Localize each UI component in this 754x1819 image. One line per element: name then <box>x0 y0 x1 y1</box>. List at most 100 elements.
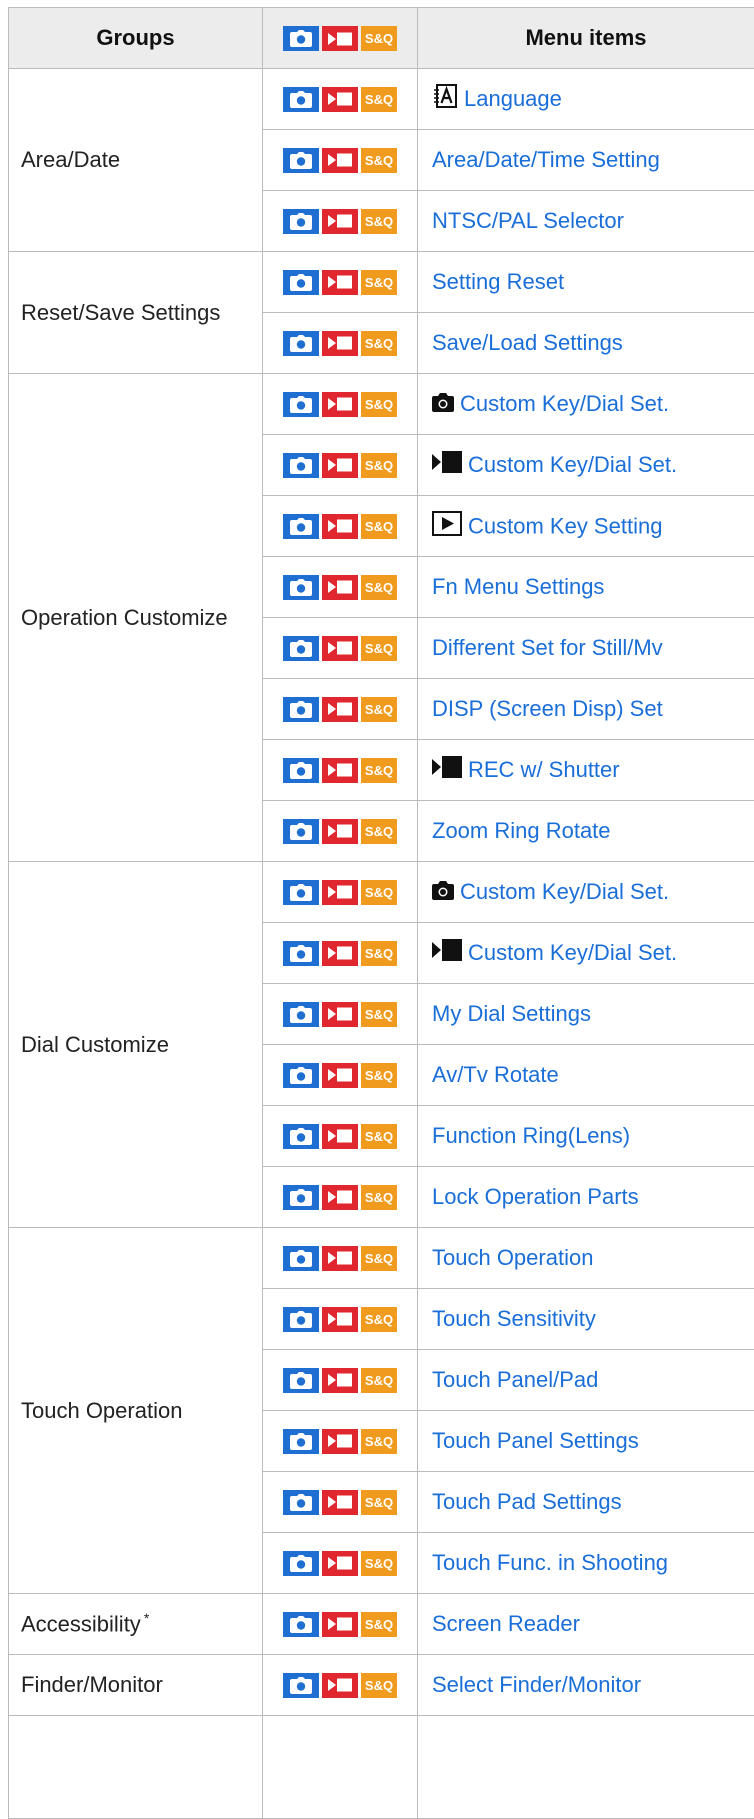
sq-mode-icon: S&Q <box>361 1368 397 1393</box>
menu-item-cell: Custom Key/Dial Set. <box>418 374 754 435</box>
menu-item-link[interactable]: Touch Sensitivity <box>432 1307 596 1332</box>
mode-badges: S&Q <box>283 1551 397 1576</box>
photo-mode-icon <box>283 453 319 478</box>
camera-icon <box>432 880 454 906</box>
movie-mode-icon <box>322 575 358 600</box>
photo-mode-icon <box>283 880 319 905</box>
camera-icon <box>432 392 454 418</box>
mode-badges: S&Q <box>283 1368 397 1393</box>
menu-item-link[interactable]: Area/Date/Time Setting <box>432 148 660 173</box>
movie-mode-icon <box>322 209 358 234</box>
menu-item-link[interactable]: NTSC/PAL Selector <box>432 209 624 234</box>
group-label: Area/Date <box>21 147 120 172</box>
menu-item-cell: Custom Key/Dial Set. <box>418 862 754 923</box>
sq-mode-icon: S&Q <box>361 1551 397 1576</box>
menu-item-link[interactable]: Save/Load Settings <box>432 331 623 356</box>
table-row: Finder/Monitor S&Q Select Finder/Monitor <box>9 1655 754 1716</box>
mode-cell: S&Q <box>263 435 418 496</box>
menu-item-link[interactable]: Select Finder/Monitor <box>432 1673 641 1698</box>
menu-item-link[interactable]: REC w/ Shutter <box>468 757 620 782</box>
menu-item-link[interactable]: Av/Tv Rotate <box>432 1063 559 1088</box>
sq-mode-icon: S&Q <box>361 1673 397 1698</box>
menu-item-link[interactable]: Custom Key/Dial Set. <box>468 452 677 477</box>
menu-item-link[interactable]: My Dial Settings <box>432 1002 591 1027</box>
menu-item-link[interactable]: Zoom Ring Rotate <box>432 819 611 844</box>
menu-item-link[interactable]: Custom Key/Dial Set. <box>460 880 669 905</box>
menu-item-cell: Select Finder/Monitor <box>418 1655 754 1716</box>
menu-item-link[interactable]: DISP (Screen Disp) Set <box>432 697 663 722</box>
language-icon <box>432 83 458 115</box>
movie-mode-icon <box>322 941 358 966</box>
group-cell: Finder/Monitor <box>9 1655 263 1716</box>
mode-cell: S&Q <box>263 1594 418 1655</box>
mode-badges: S&Q <box>283 880 397 905</box>
menu-item-link[interactable]: Lock Operation Parts <box>432 1185 639 1210</box>
empty-cell <box>418 1716 754 1819</box>
menu-item-cell: Touch Pad Settings <box>418 1472 754 1533</box>
mode-cell: S&Q <box>263 1106 418 1167</box>
sq-mode-icon: S&Q <box>361 1063 397 1088</box>
groups-header: Groups <box>9 8 263 69</box>
menu-item-link[interactable]: Touch Operation <box>432 1246 593 1271</box>
mode-cell: S&Q <box>263 923 418 984</box>
mode-badges: S&Q <box>283 1429 397 1454</box>
menu-item-cell: Custom Key/Dial Set. <box>418 435 754 496</box>
menu-item-cell: Save/Load Settings <box>418 313 754 374</box>
group-cell: Operation Customize <box>9 374 263 862</box>
photo-mode-icon <box>283 270 319 295</box>
menu-item-link[interactable]: Custom Key Setting <box>468 513 662 538</box>
photo-mode-icon <box>283 758 319 783</box>
mode-cell: S&Q <box>263 1350 418 1411</box>
menu-item-link[interactable]: Touch Func. in Shooting <box>432 1551 668 1576</box>
sq-mode-icon: S&Q <box>361 453 397 478</box>
mode-cell: S&Q <box>263 1533 418 1594</box>
movie-mode-icon <box>322 1002 358 1027</box>
mode-cell: S&Q <box>263 69 418 130</box>
photo-mode-icon <box>283 1307 319 1332</box>
table-row-empty <box>9 1716 754 1819</box>
movie-mode-icon <box>322 1185 358 1210</box>
menu-item-cell: Touch Operation <box>418 1228 754 1289</box>
menu-item-link[interactable]: Language <box>464 86 562 111</box>
mode-cell: S&Q <box>263 984 418 1045</box>
movie-icon <box>432 756 462 784</box>
movie-mode-icon <box>322 392 358 417</box>
menu-item-cell: Area/Date/Time Setting <box>418 130 754 191</box>
photo-mode-icon <box>283 1612 319 1637</box>
menu-item-cell: NTSC/PAL Selector <box>418 191 754 252</box>
mode-badges: S&Q <box>283 514 397 539</box>
menu-item-cell: Custom Key/Dial Set. <box>418 923 754 984</box>
mode-badges: S&Q <box>283 270 397 295</box>
mode-cell: S&Q <box>263 130 418 191</box>
menu-item-cell: Zoom Ring Rotate <box>418 801 754 862</box>
mode-cell: S&Q <box>263 1411 418 1472</box>
modes-header: S&Q <box>263 8 418 69</box>
menu-item-link[interactable]: Touch Pad Settings <box>432 1490 622 1515</box>
menu-item-cell: Language <box>418 69 754 130</box>
menu-item-link[interactable]: Function Ring(Lens) <box>432 1124 630 1149</box>
sq-mode-icon: S&Q <box>361 1612 397 1637</box>
menu-item-cell: Different Set for Still/Mv <box>418 618 754 679</box>
table-row: Touch OperationS&QTouch Operation <box>9 1228 754 1289</box>
group-label: Accessibility <box>21 1612 141 1637</box>
photo-mode-icon <box>283 209 319 234</box>
sq-mode-icon: S&Q <box>361 1246 397 1271</box>
menu-item-link[interactable]: Fn Menu Settings <box>432 575 604 600</box>
menu-item-link[interactable]: Touch Panel Settings <box>432 1429 639 1454</box>
menu-item-link[interactable]: Setting Reset <box>432 270 564 295</box>
movie-mode-icon <box>322 1612 358 1637</box>
mode-cell: S&Q <box>263 1472 418 1533</box>
menu-item-link[interactable]: Touch Panel/Pad <box>432 1368 598 1393</box>
menu-item-link[interactable]: Custom Key/Dial Set. <box>460 392 669 417</box>
mode-cell: S&Q <box>263 1655 418 1716</box>
menu-item-link[interactable]: Different Set for Still/Mv <box>432 636 663 661</box>
mode-badges: S&Q <box>283 392 397 417</box>
menu-item-link[interactable]: Screen Reader <box>432 1612 580 1637</box>
table-row: Area/DateS&QLanguage <box>9 69 754 130</box>
mode-badges: S&Q <box>283 1124 397 1149</box>
mode-badges: S&Q <box>283 819 397 844</box>
photo-mode-icon <box>283 1490 319 1515</box>
menu-item-link[interactable]: Custom Key/Dial Set. <box>468 940 677 965</box>
group-label: Operation Customize <box>21 605 228 630</box>
sq-mode-icon: S&Q <box>361 1124 397 1149</box>
